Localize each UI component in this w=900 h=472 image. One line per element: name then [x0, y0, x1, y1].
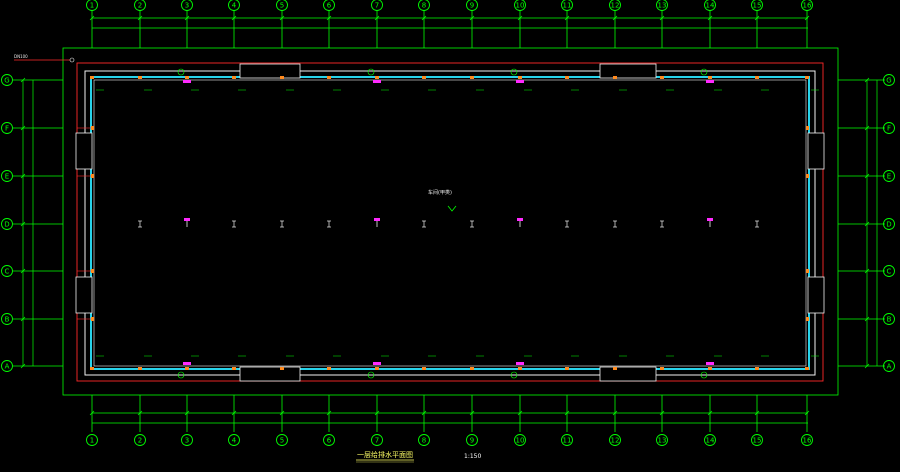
- svg-text:5: 5: [280, 2, 284, 10]
- svg-text:9: 9: [470, 2, 474, 10]
- svg-text:16: 16: [803, 437, 812, 445]
- svg-text:G: G: [886, 77, 891, 85]
- axis-bubble-13-bottom: 13: [656, 434, 668, 446]
- svg-text:G: G: [4, 77, 9, 85]
- axis-bubble-16-top: 16: [801, 0, 813, 11]
- svg-text:4: 4: [232, 437, 237, 445]
- svg-text:7: 7: [375, 437, 379, 445]
- svg-text:8: 8: [422, 2, 426, 10]
- svg-text:2: 2: [138, 437, 142, 445]
- svg-text:D: D: [4, 221, 9, 229]
- axis-bubble-16-bottom: 16: [801, 434, 813, 446]
- svg-text:6: 6: [327, 2, 332, 10]
- axis-bubble-14-bottom: 14: [704, 434, 716, 446]
- svg-text:15: 15: [753, 2, 762, 10]
- svg-text:13: 13: [658, 2, 667, 10]
- axis-bubble-11-bottom: 11: [561, 434, 573, 446]
- svg-text:3: 3: [185, 437, 189, 445]
- room-label: 车间(甲类): [428, 189, 452, 196]
- svg-text:F: F: [887, 125, 891, 133]
- svg-text:F: F: [5, 125, 9, 133]
- axis-bubble-12-bottom: 12: [609, 434, 621, 446]
- svg-text:C: C: [887, 268, 892, 276]
- axis-bubble-14-top: 14: [704, 0, 716, 11]
- axis-bubble-13-top: 13: [656, 0, 668, 11]
- svg-text:14: 14: [706, 437, 715, 445]
- pipe-entry-note: DN100: [14, 54, 28, 59]
- svg-text:3: 3: [185, 2, 189, 10]
- axis-bubble-12-top: 12: [609, 0, 621, 11]
- svg-text:12: 12: [611, 2, 620, 10]
- svg-text:1: 1: [90, 437, 94, 445]
- axis-bubble-10-bottom: 10: [514, 434, 526, 446]
- svg-text:7: 7: [375, 2, 379, 10]
- svg-text:E: E: [887, 173, 891, 181]
- floor-plan-canvas: 车间(甲类) DN100 一层给排水平面图 1:150 112233445566…: [0, 0, 900, 472]
- svg-text:6: 6: [327, 437, 332, 445]
- svg-text:13: 13: [658, 437, 667, 445]
- svg-text:2: 2: [138, 2, 142, 10]
- svg-text:12: 12: [611, 437, 620, 445]
- svg-text:E: E: [5, 173, 9, 181]
- svg-text:16: 16: [803, 2, 812, 10]
- svg-text:15: 15: [753, 437, 762, 445]
- svg-text:14: 14: [706, 2, 715, 10]
- svg-text:8: 8: [422, 437, 426, 445]
- svg-text:A: A: [5, 363, 10, 371]
- svg-text:B: B: [5, 316, 10, 324]
- svg-text:4: 4: [232, 2, 237, 10]
- svg-text:C: C: [5, 268, 10, 276]
- svg-text:10: 10: [516, 437, 525, 445]
- axis-bubble-10-top: 10: [514, 0, 526, 11]
- svg-text:D: D: [886, 221, 891, 229]
- svg-text:11: 11: [563, 2, 572, 10]
- svg-text:A: A: [887, 363, 892, 371]
- svg-text:10: 10: [516, 2, 525, 10]
- svg-text:5: 5: [280, 437, 284, 445]
- drawing-title: 一层给排水平面图: [357, 450, 413, 459]
- axis-bubble-15-bottom: 15: [751, 434, 763, 446]
- svg-text:1: 1: [90, 2, 94, 10]
- svg-text:11: 11: [563, 437, 572, 445]
- drawing-scale: 1:150: [464, 453, 481, 460]
- svg-text:9: 9: [470, 437, 474, 445]
- svg-text:B: B: [887, 316, 892, 324]
- axis-bubble-15-top: 15: [751, 0, 763, 11]
- axis-bubble-11-top: 11: [561, 0, 573, 11]
